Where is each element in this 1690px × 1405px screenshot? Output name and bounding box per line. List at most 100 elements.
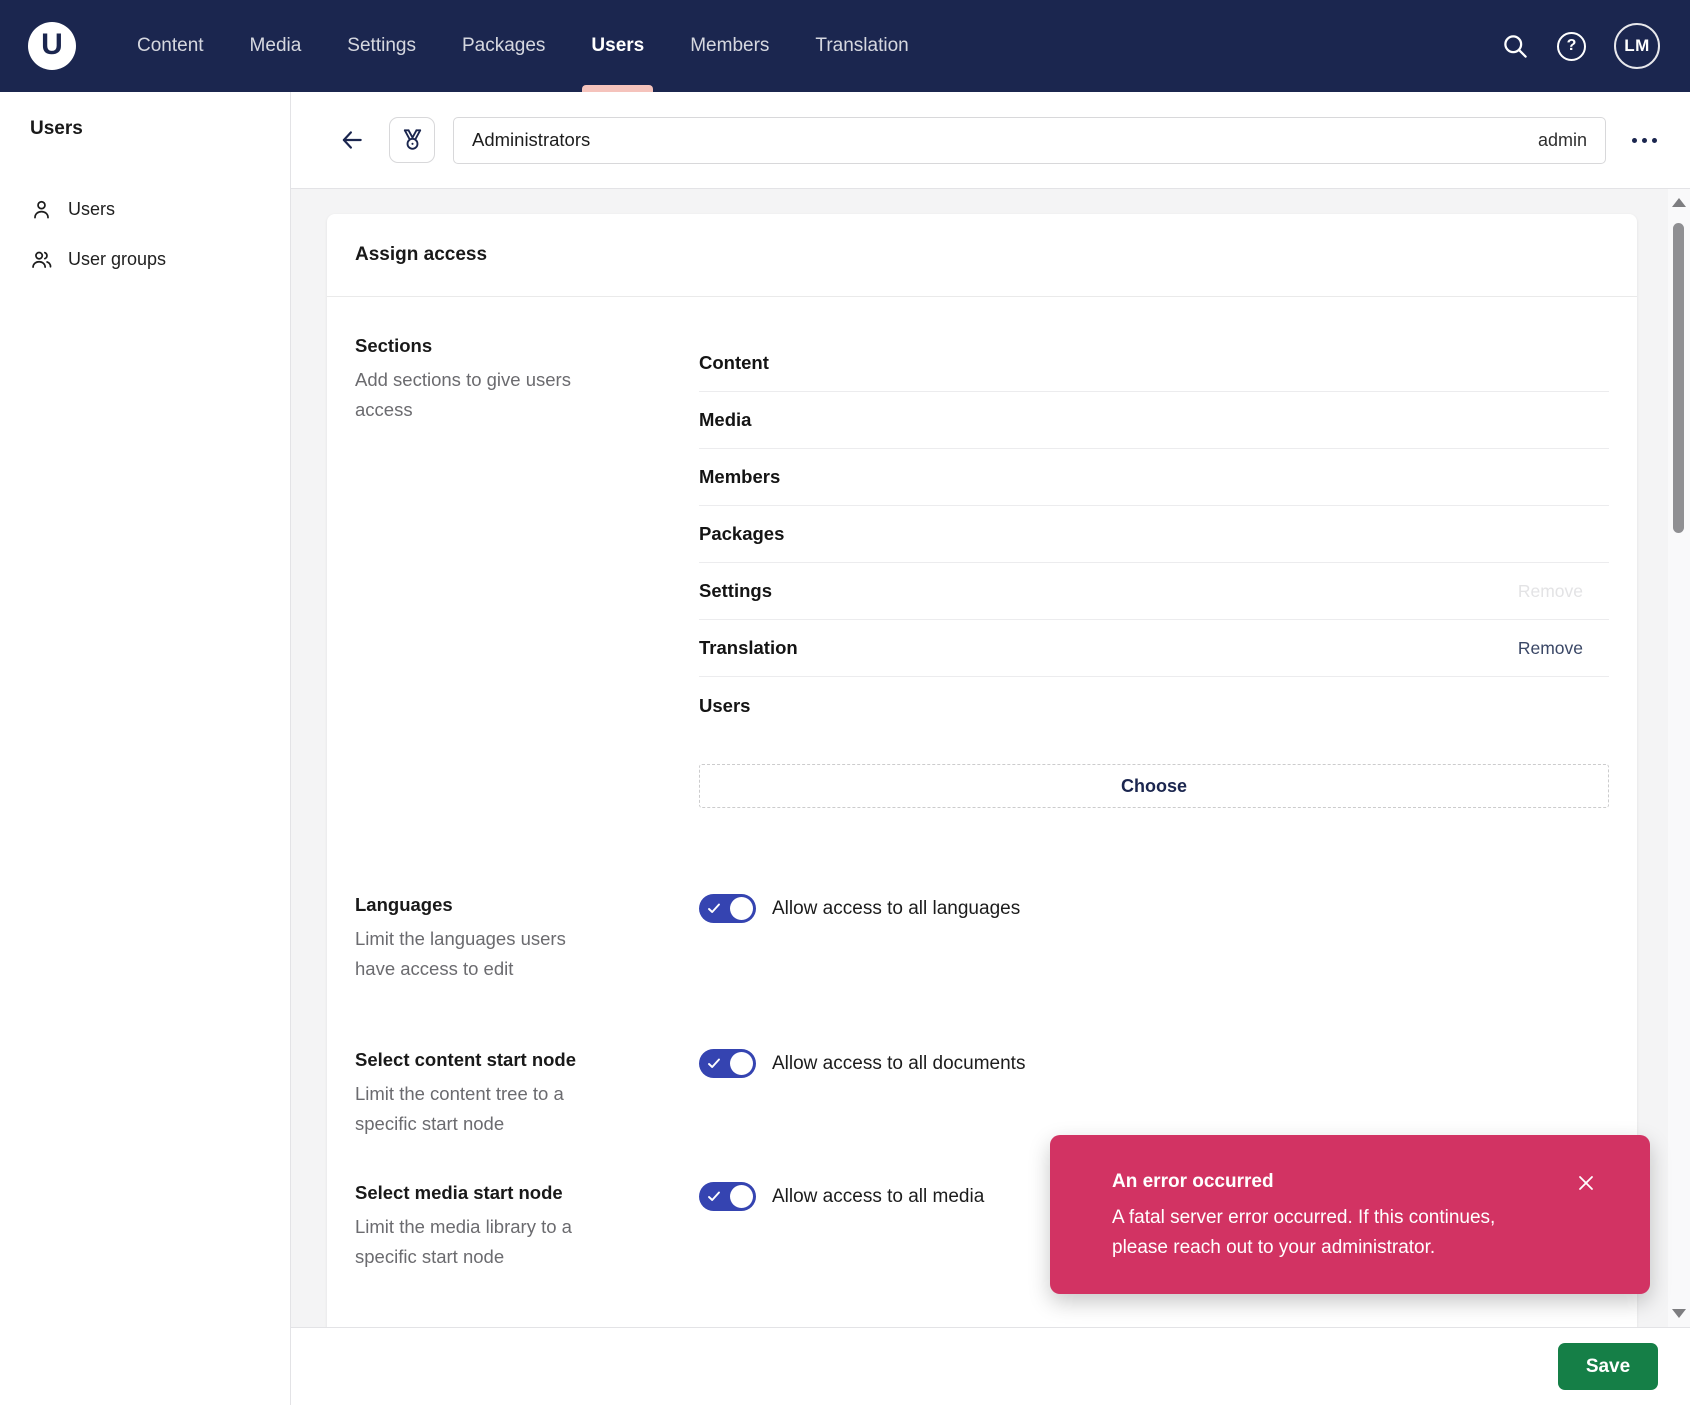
- user-icon: [30, 198, 53, 221]
- media-start-label: Select media start node: [355, 1182, 655, 1204]
- nav-item-label: Packages: [462, 35, 545, 57]
- remove-section-button[interactable]: Remove: [1512, 632, 1609, 665]
- top-navbar: U Content Media Settings Packages Users …: [0, 0, 1690, 92]
- section-nav: Content Media Settings Packages Users Me…: [114, 0, 932, 92]
- scrollbar-thumb[interactable]: [1673, 223, 1684, 533]
- topbar-actions: ? LM: [1502, 23, 1660, 69]
- active-tab-indicator: [582, 85, 653, 92]
- search-icon[interactable]: [1502, 33, 1529, 60]
- media-start-toggle[interactable]: [699, 1182, 756, 1211]
- languages-row: Languages Limit the languages users have…: [355, 894, 1609, 983]
- section-name: Content: [699, 352, 769, 374]
- nav-item-label: Translation: [815, 35, 908, 57]
- sidebar-heading: Users: [0, 118, 290, 140]
- languages-toggle-label: Allow access to all languages: [772, 898, 1020, 920]
- sidebar-item-users[interactable]: Users: [0, 184, 290, 234]
- section-name: Translation: [699, 637, 798, 659]
- sections-list: Content Media Members Packages: [699, 335, 1609, 808]
- section-list-item: Content: [699, 335, 1609, 392]
- user-group-icon: [30, 248, 53, 271]
- nav-item-media[interactable]: Media: [227, 0, 325, 92]
- nav-item-members[interactable]: Members: [667, 0, 792, 92]
- group-alias: admin: [1538, 130, 1587, 151]
- section-name: Users: [699, 695, 750, 717]
- nav-item-label: Settings: [347, 35, 416, 57]
- back-arrow-icon[interactable]: [333, 121, 371, 159]
- nav-item-settings[interactable]: Settings: [324, 0, 439, 92]
- section-list-item: Users: [699, 677, 1609, 734]
- scroll-up-arrow-icon[interactable]: [1672, 198, 1686, 207]
- error-toast: An error occurred A fatal server error o…: [1050, 1135, 1650, 1294]
- languages-toggle-line: Allow access to all languages: [699, 894, 1609, 923]
- sections-description: Add sections to give users access: [355, 365, 605, 424]
- close-icon[interactable]: [1572, 1169, 1600, 1200]
- avatar-initials: LM: [1624, 36, 1650, 56]
- languages-toggle[interactable]: [699, 894, 756, 923]
- card-header: Assign access: [327, 214, 1637, 297]
- languages-label: Languages: [355, 894, 655, 916]
- nav-item-users[interactable]: Users: [568, 0, 667, 92]
- toggle-knob: [730, 1052, 753, 1075]
- sidebar-item-label: User groups: [68, 249, 166, 270]
- sidebar: Users Users User groups: [0, 92, 291, 1405]
- section-name: Media: [699, 409, 751, 431]
- entity-header: Administrators admin: [291, 92, 1690, 189]
- group-name-value: Administrators: [472, 129, 1526, 151]
- card-title: Assign access: [355, 244, 487, 265]
- media-start-description: Limit the media library to a specific st…: [355, 1212, 605, 1271]
- languages-label-block: Languages Limit the languages users have…: [355, 894, 655, 983]
- nav-item-label: Media: [250, 35, 302, 57]
- content-start-label-block: Select content start node Limit the cont…: [355, 1049, 655, 1138]
- nav-item-content[interactable]: Content: [114, 0, 227, 92]
- check-icon: [707, 1190, 721, 1203]
- check-icon: [707, 1057, 721, 1070]
- nav-item-label: Content: [137, 35, 204, 57]
- toggle-knob: [730, 897, 753, 920]
- save-button[interactable]: Save: [1558, 1343, 1658, 1390]
- content-start-node-row: Select content start node Limit the cont…: [355, 1049, 1609, 1138]
- nav-item-translation[interactable]: Translation: [792, 0, 931, 92]
- toggle-knob: [730, 1185, 753, 1208]
- choose-sections-button[interactable]: Choose: [699, 764, 1609, 808]
- more-options-icon[interactable]: [1624, 128, 1665, 153]
- group-name-input[interactable]: Administrators admin: [453, 117, 1606, 164]
- action-footer: Save: [291, 1327, 1690, 1405]
- nav-item-packages[interactable]: Packages: [439, 0, 568, 92]
- section-name: Packages: [699, 523, 784, 545]
- remove-section-button[interactable]: Remove: [1512, 575, 1609, 608]
- toast-title: An error occurred: [1112, 1171, 1594, 1193]
- nav-item-label: Users: [591, 35, 644, 57]
- avatar[interactable]: LM: [1614, 23, 1660, 69]
- vertical-scrollbar[interactable]: [1668, 189, 1690, 1327]
- section-list-item: Media: [699, 392, 1609, 449]
- card-body: Sections Add sections to give users acce…: [327, 297, 1637, 1272]
- medal-icon: [399, 127, 426, 154]
- sections-label: Sections: [355, 335, 655, 357]
- content-start-description: Limit the content tree to a specific sta…: [355, 1079, 605, 1138]
- umbraco-logo-icon[interactable]: U: [28, 22, 76, 70]
- check-icon: [707, 902, 721, 915]
- content-start-toggle-line: Allow access to all documents: [699, 1049, 1609, 1078]
- content-start-label: Select content start node: [355, 1049, 655, 1071]
- group-icon-picker-button[interactable]: [389, 117, 435, 163]
- logo-letter: U: [41, 28, 63, 62]
- languages-description: Limit the languages users have access to…: [355, 924, 605, 983]
- nav-item-label: Members: [690, 35, 769, 57]
- help-icon[interactable]: ?: [1557, 32, 1586, 61]
- sections-label-block: Sections Add sections to give users acce…: [355, 335, 655, 808]
- media-start-toggle-label: Allow access to all media: [772, 1186, 984, 1208]
- sidebar-item-user-groups[interactable]: User groups: [0, 234, 290, 284]
- media-start-label-block: Select media start node Limit the media …: [355, 1182, 655, 1271]
- sidebar-item-label: Users: [68, 199, 115, 220]
- content-start-toggle[interactable]: [699, 1049, 756, 1078]
- section-name: Members: [699, 466, 780, 488]
- section-name: Settings: [699, 580, 772, 602]
- section-list-item: Members: [699, 449, 1609, 506]
- sections-row: Sections Add sections to give users acce…: [355, 335, 1609, 808]
- section-list-item: Translation Remove: [699, 620, 1609, 677]
- scroll-down-arrow-icon[interactable]: [1672, 1309, 1686, 1318]
- help-glyph: ?: [1557, 32, 1586, 61]
- section-list-item: Packages: [699, 506, 1609, 563]
- content-start-toggle-label: Allow access to all documents: [772, 1053, 1025, 1075]
- toast-message: A fatal server error occurred. If this c…: [1112, 1203, 1542, 1264]
